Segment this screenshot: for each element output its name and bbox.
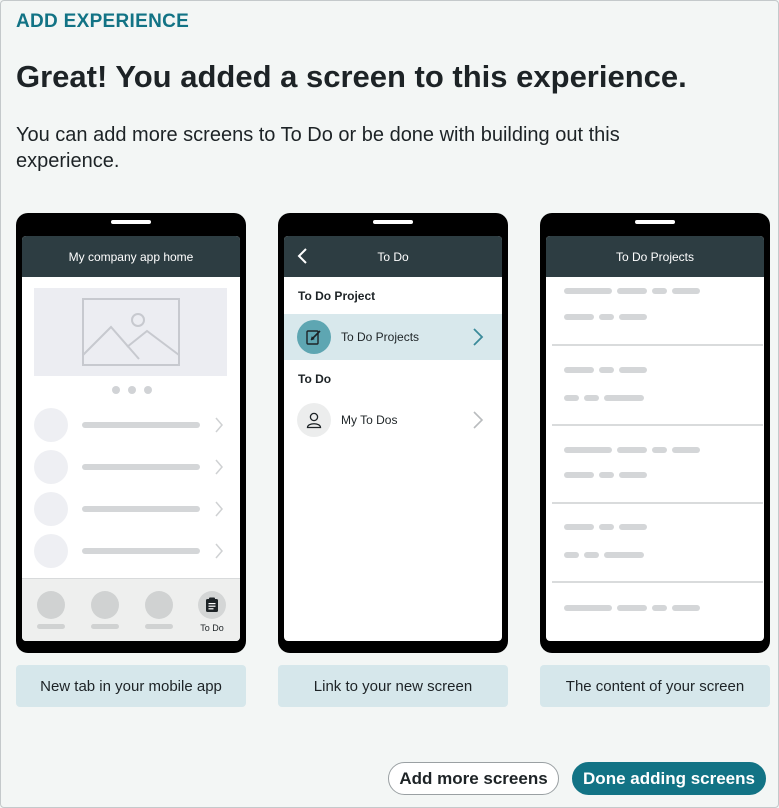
- phone-mockup-projects: To Do Projects: [540, 213, 770, 653]
- phone-screen: My company app home To Do: [22, 236, 240, 641]
- dialog: ADD EXPERIENCE Great! You added a screen…: [0, 0, 779, 808]
- chevron-right-icon: [473, 411, 484, 429]
- hero-image-placeholder: [34, 288, 227, 376]
- list-item-label: My To Dos: [341, 413, 398, 427]
- dialog-kicker: ADD EXPERIENCE: [16, 11, 190, 32]
- chevron-right-icon: [215, 501, 223, 517]
- divider: [552, 581, 763, 583]
- phone-speaker: [635, 220, 675, 224]
- divider: [552, 424, 763, 426]
- phone-mockup-home: My company app home To Do: [16, 213, 246, 653]
- caption-new-tab: New tab in your mobile app: [16, 665, 246, 707]
- list-item-todo-projects: To Do Projects: [284, 314, 502, 360]
- list-item: [34, 534, 230, 568]
- description-text: You can add more screens to To Do or be …: [16, 124, 620, 172]
- done-adding-screens-button[interactable]: Done adding screens: [572, 762, 766, 795]
- phone-speaker: [373, 220, 413, 224]
- divider: [552, 502, 763, 504]
- tab-placeholder: [88, 591, 122, 629]
- clipboard-icon: [206, 597, 218, 612]
- app-header-title: To Do Projects: [615, 249, 695, 264]
- app-header-title: To Do: [377, 249, 409, 264]
- caption-content: The content of your screen: [540, 665, 770, 707]
- section-heading: To Do Project: [298, 289, 376, 303]
- chevron-left-icon: [297, 248, 307, 264]
- phone-mockup-todo: To Do To Do Project To Do Projects To Do: [278, 213, 508, 653]
- item-icon: [297, 403, 331, 437]
- app-header: My company app home: [22, 236, 240, 277]
- app-header-title: My company app home: [68, 249, 194, 264]
- chevron-right-icon: [215, 459, 223, 475]
- tab-bar: To Do: [22, 578, 240, 641]
- carousel-dots: [112, 386, 152, 394]
- image-placeholder-icon: [81, 298, 180, 366]
- app-header: To Do Projects: [546, 236, 764, 277]
- page-title: Great! You added a screen to this experi…: [16, 59, 687, 94]
- caption-link: Link to your new screen: [278, 665, 508, 707]
- add-more-screens-button[interactable]: Add more screens: [388, 762, 559, 795]
- item-icon: [297, 320, 331, 354]
- chevron-right-icon: [215, 417, 223, 433]
- phone-screen: To Do To Do Project To Do Projects To Do: [284, 236, 502, 641]
- list-item: [34, 492, 230, 526]
- tab-label: To Do: [200, 623, 224, 633]
- chevron-right-icon: [473, 328, 484, 346]
- list-item-label: To Do Projects: [341, 330, 420, 344]
- list-item: [34, 408, 230, 442]
- app-header: To Do: [284, 236, 502, 277]
- tab-todo: To Do: [194, 591, 230, 633]
- tab-placeholder: [34, 591, 68, 629]
- person-icon: [306, 412, 322, 429]
- tab-placeholder: [142, 591, 176, 629]
- section-heading: To Do: [298, 372, 332, 386]
- edit-document-icon: [306, 330, 321, 345]
- chevron-right-icon: [215, 543, 223, 559]
- list-item: [34, 450, 230, 484]
- list-item-my-todos: My To Dos: [284, 397, 502, 443]
- phone-speaker: [111, 220, 151, 224]
- phone-screen: To Do Projects: [546, 236, 764, 641]
- divider: [552, 344, 763, 346]
